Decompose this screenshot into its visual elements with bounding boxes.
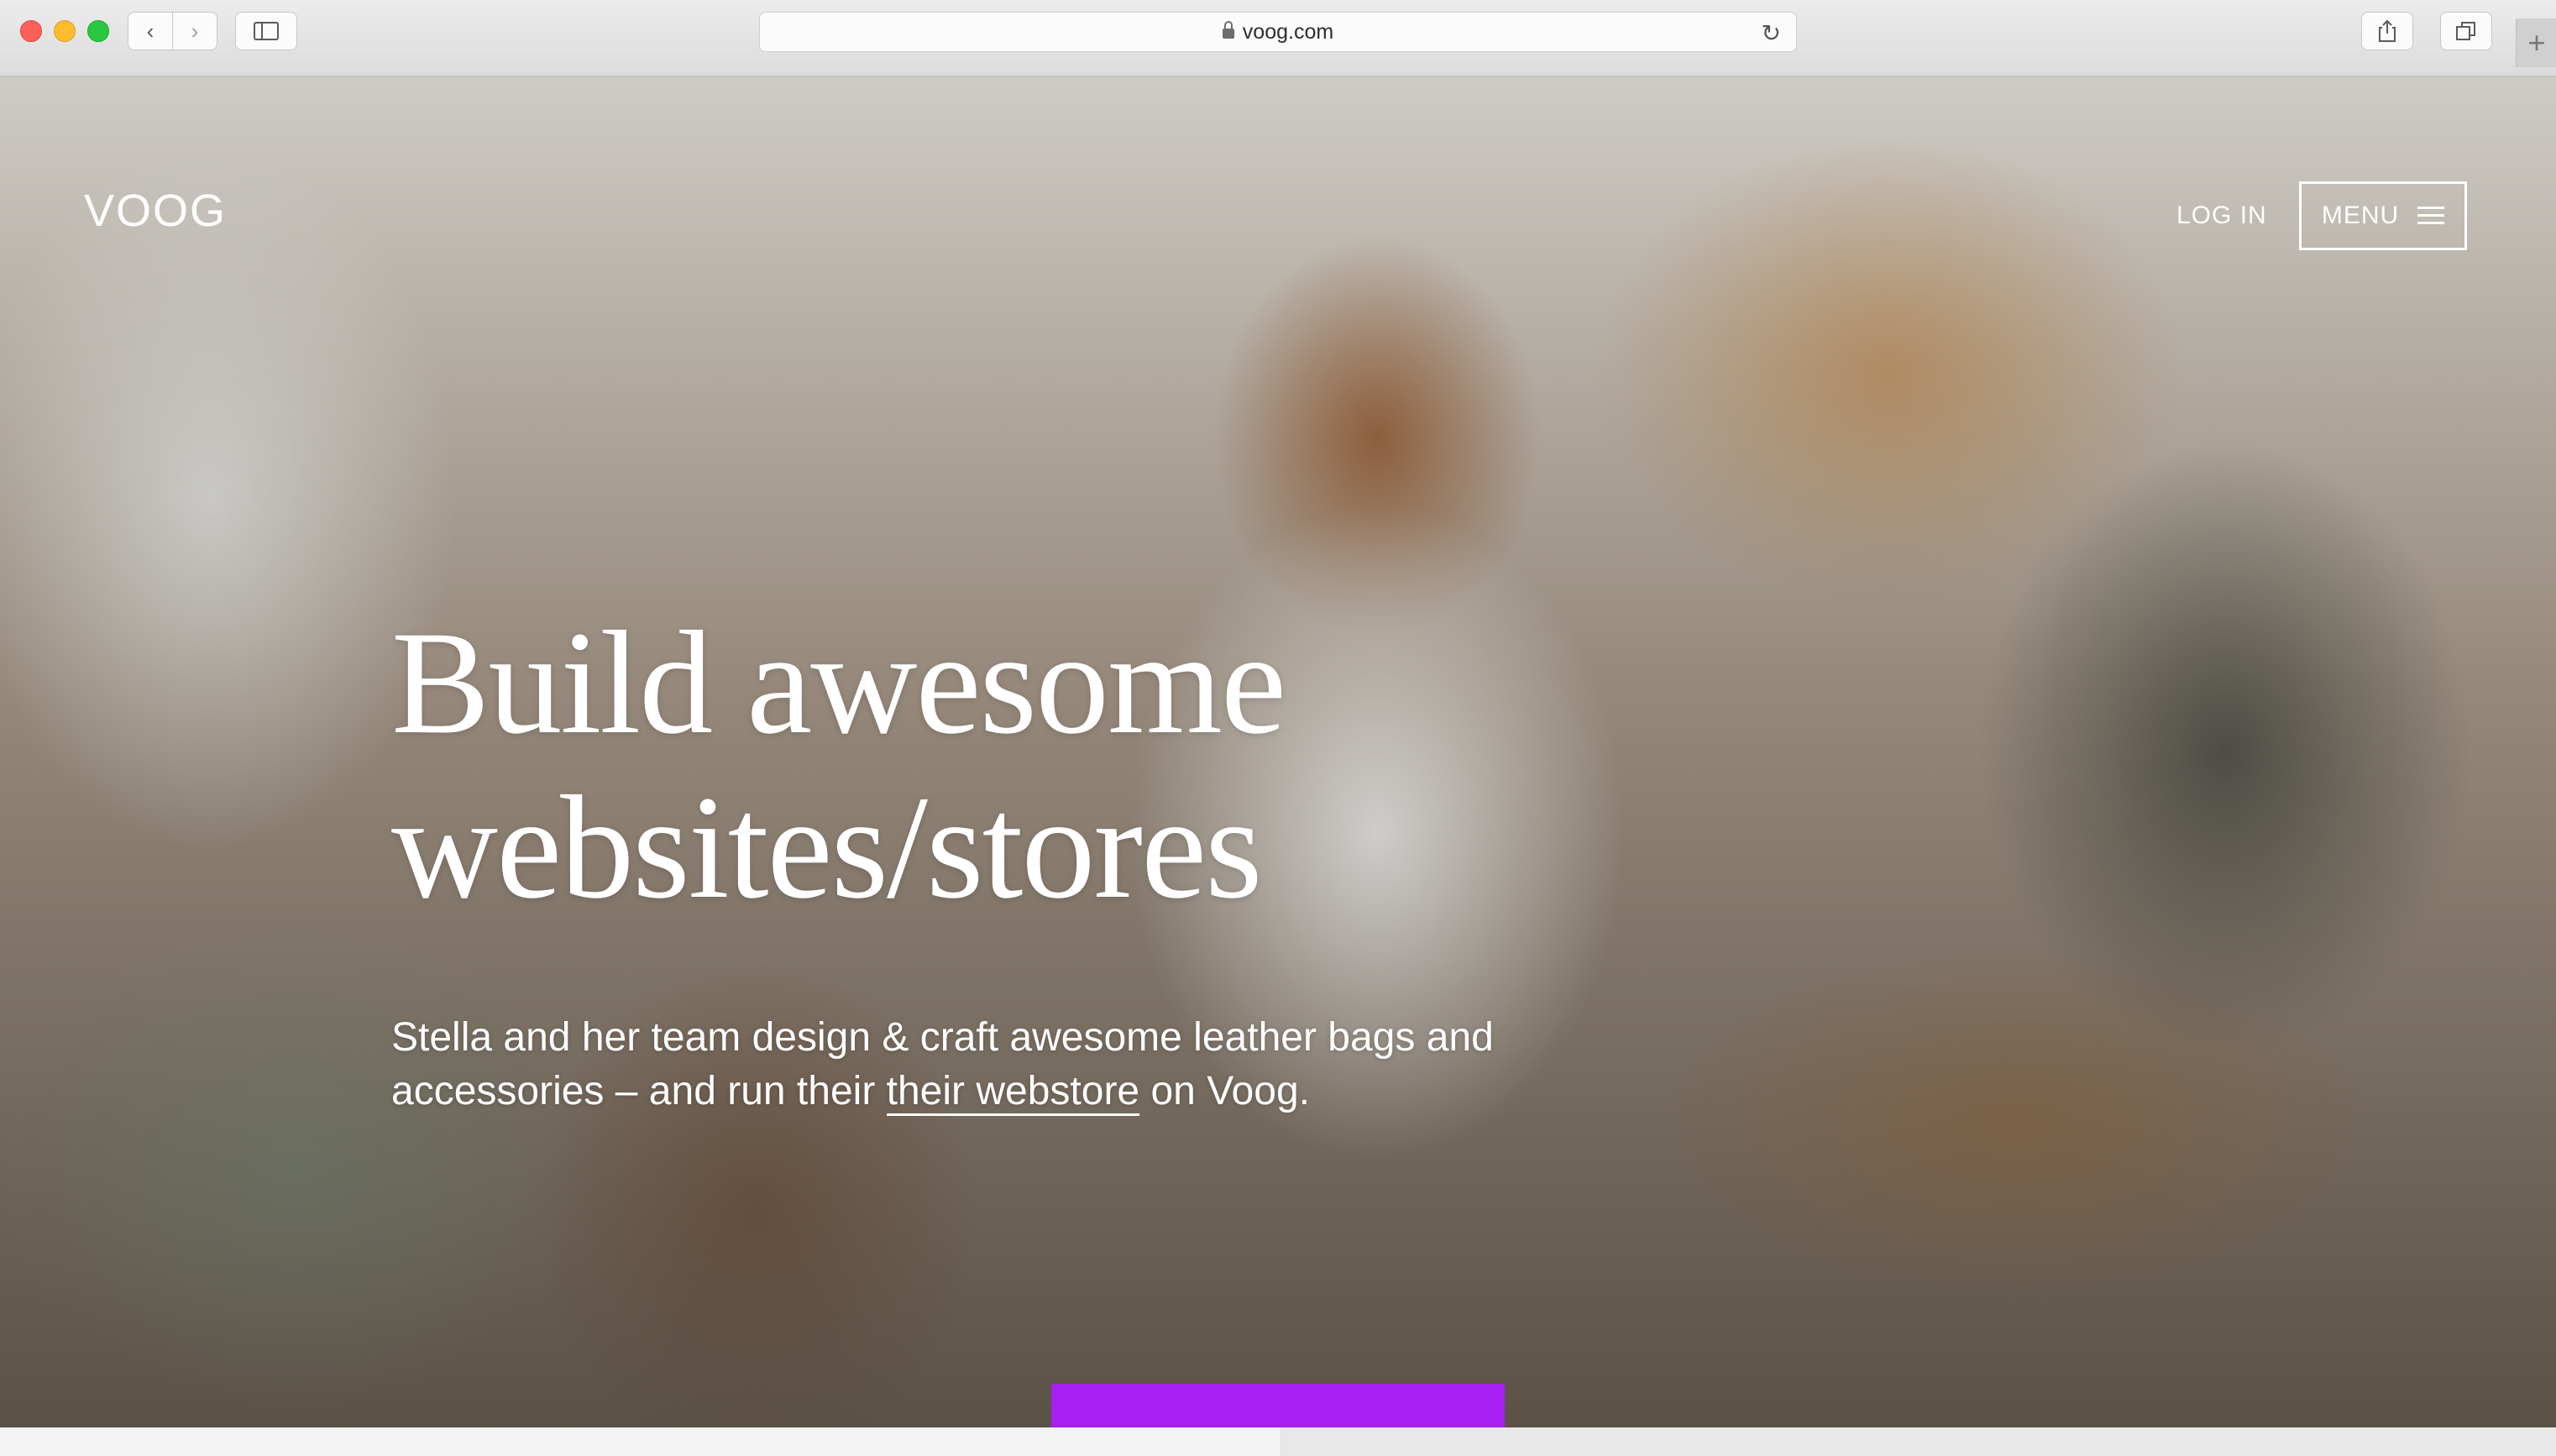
login-link[interactable]: LOG IN bbox=[2176, 202, 2267, 230]
share-icon[interactable] bbox=[2361, 12, 2413, 50]
close-window-icon[interactable] bbox=[20, 20, 42, 42]
menu-label: MENU bbox=[2321, 202, 2400, 229]
hamburger-icon bbox=[2417, 207, 2445, 225]
hero-section: VOOG LOG IN MENU Build awesome websites/… bbox=[0, 77, 2556, 1427]
page-footer-edge-right bbox=[1280, 1427, 2556, 1456]
sidebar-icon[interactable] bbox=[235, 12, 297, 50]
address-bar[interactable]: voog.com ↻ bbox=[759, 12, 1797, 52]
headline-line-1: Build awesome bbox=[391, 601, 1286, 765]
new-tab-icon[interactable]: + bbox=[2516, 18, 2556, 67]
hero-subtitle: Stella and her team design & craft aweso… bbox=[391, 1011, 1567, 1118]
history-nav: ‹ › bbox=[128, 12, 220, 50]
tabs-icon[interactable] bbox=[2440, 12, 2492, 50]
zoom-window-icon[interactable] bbox=[87, 20, 109, 42]
url-text: voog.com bbox=[1242, 19, 1334, 44]
lock-icon bbox=[1222, 21, 1234, 39]
browser-toolbar: ‹ › voog.com ↻ + bbox=[0, 0, 2556, 77]
minimize-window-icon[interactable] bbox=[54, 20, 76, 42]
subtitle-end: on Voog. bbox=[1139, 1069, 1310, 1113]
reload-icon[interactable]: ↻ bbox=[1762, 19, 1781, 47]
headline-line-2: websites/stores bbox=[391, 766, 1263, 930]
webstore-link[interactable]: their webstore bbox=[886, 1069, 1140, 1116]
back-icon[interactable]: ‹ bbox=[128, 12, 173, 50]
get-started-button[interactable]: GET STARTED bbox=[1051, 1384, 1505, 1427]
voog-logo[interactable]: VOOG bbox=[84, 185, 227, 237]
forward-icon[interactable]: › bbox=[173, 12, 217, 50]
menu-button[interactable]: MENU bbox=[2299, 181, 2467, 250]
hero-headline: Build awesome websites/stores bbox=[391, 601, 1651, 930]
